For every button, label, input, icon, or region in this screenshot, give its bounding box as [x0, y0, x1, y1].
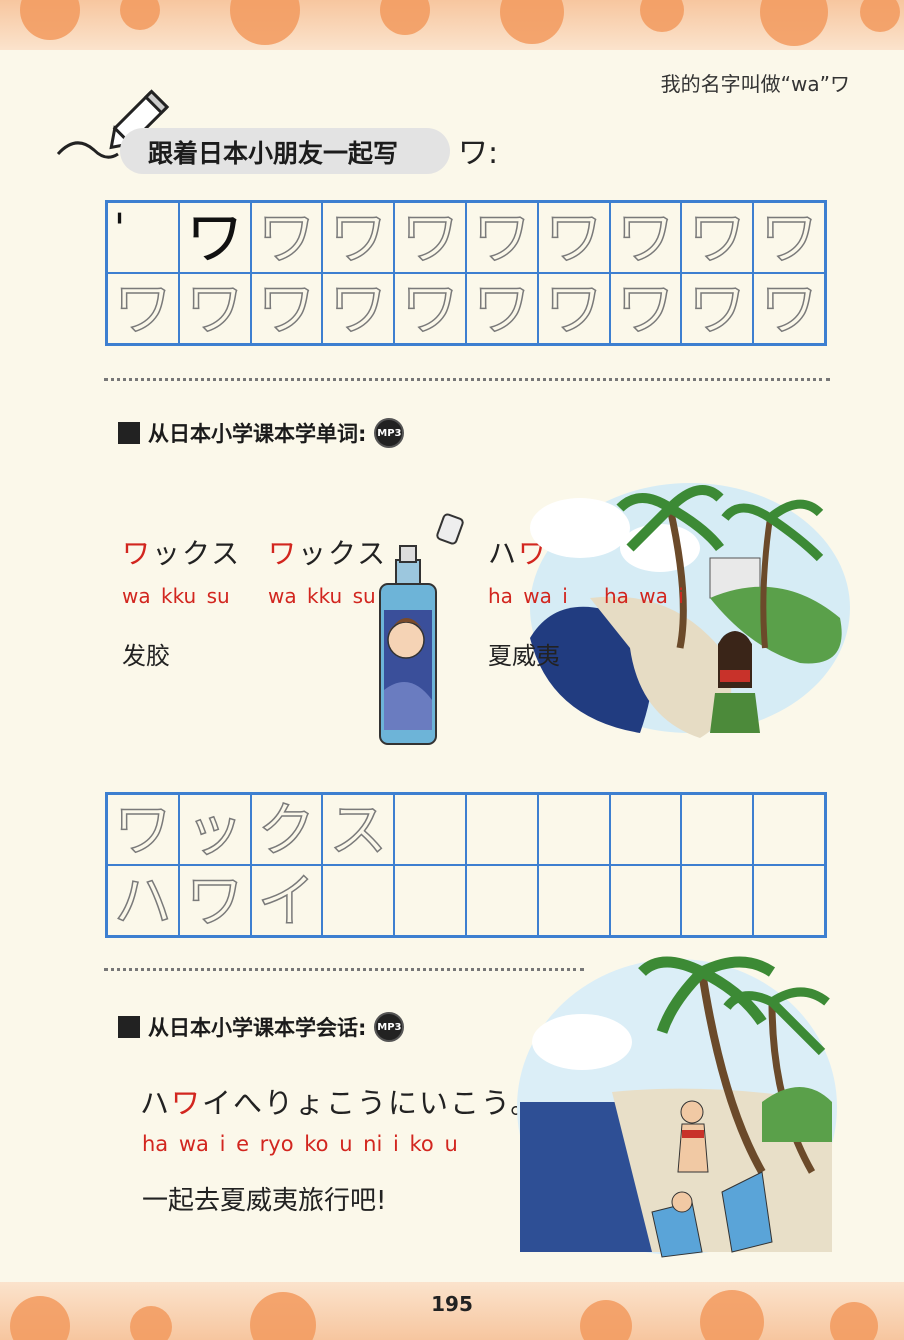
- grid-cell: ワ: [753, 202, 825, 273]
- grid-cell: ワ: [537, 273, 610, 344]
- grid-cell: ワ: [250, 202, 323, 273]
- grid-cell: ワ: [250, 273, 323, 344]
- grid-cell: [753, 794, 825, 865]
- grid-cell: ワ: [466, 202, 538, 273]
- page-header-title: 我的名字叫做“wa”ワ: [660, 72, 850, 96]
- conversation-romaji: ha wa i e ryo ko u ni i ko u: [142, 1132, 458, 1156]
- stroke-step: ': [114, 206, 125, 252]
- grid-cell: ワ: [178, 273, 251, 344]
- grid-cell: ワ: [609, 273, 682, 344]
- grid-cell: ワ: [753, 273, 825, 344]
- grid-cell: ワ: [322, 273, 395, 344]
- trace-char: ワ: [185, 866, 245, 935]
- vocab-heading-text: 从日本小学课本学单词:: [148, 422, 367, 446]
- grid-cell: ハ: [107, 865, 179, 936]
- trace-char: ワ: [616, 203, 676, 272]
- grid-cell: [537, 794, 610, 865]
- trace-char: ハ: [113, 866, 173, 935]
- vocab-practice-grid: ワ ッ ク ス ハ ワ イ: [105, 792, 827, 938]
- grid-cell: ワ: [537, 202, 610, 273]
- trace-char: イ: [257, 866, 317, 935]
- grid-cell: [609, 794, 682, 865]
- trace-char: ワ: [544, 203, 604, 272]
- page-number: 195: [431, 1292, 473, 1316]
- grid-cell: ワ: [609, 202, 682, 273]
- trace-char: ワ: [688, 274, 748, 343]
- grid-cell: [753, 865, 825, 936]
- trace-char: ワ: [472, 203, 532, 272]
- square-bullet-icon: [118, 1016, 140, 1038]
- practice-grid: ' ワ ワ ワ ワ ワ ワ ワ ワ ワ ワ ワ ワ ワ ワ ワ ワ ワ ワ ワ: [105, 200, 827, 346]
- trace-char: ワ: [257, 274, 317, 343]
- trace-char: ワ: [544, 274, 604, 343]
- vocab-meaning-wax: 发胶: [122, 642, 170, 670]
- trace-char: ワ: [472, 274, 532, 343]
- vocab-word-wax-1: ワックス: [122, 537, 242, 570]
- trace-char: ワ: [400, 274, 460, 343]
- grid-cell: ワ: [466, 273, 538, 344]
- trace-char: ワ: [329, 274, 389, 343]
- trace-char: ワ: [759, 274, 819, 343]
- trace-char: ワ: [616, 274, 676, 343]
- grid-cell: [609, 865, 682, 936]
- vocab-meaning-hawaii: 夏威夷: [488, 642, 560, 670]
- model-char: ワ: [185, 203, 244, 272]
- vocab-romaji-wax-1: wa kku su: [122, 584, 230, 608]
- divider: [104, 378, 830, 381]
- grid-cell: ス: [322, 794, 395, 865]
- square-bullet-icon: [118, 422, 140, 444]
- vocab-romaji-hawaii-2: ha wa i: [604, 584, 684, 608]
- trace-char: ワ: [113, 274, 173, 343]
- grid-cell: ク: [250, 794, 323, 865]
- trace-char: ス: [329, 795, 389, 864]
- conversation-heading: 从日本小学课本学会话: MP3: [118, 1012, 405, 1042]
- grid-cell: ワ: [178, 865, 251, 936]
- grid-cell: [466, 794, 538, 865]
- grid-cell: ワ: [681, 273, 754, 344]
- hair-spray-illustration: [379, 513, 464, 745]
- grid-cell: ワ: [107, 273, 179, 344]
- trace-char: ワ: [400, 203, 460, 272]
- trace-char: ワ: [185, 274, 245, 343]
- grid-cell: [681, 865, 754, 936]
- grid-cell: ワ: [394, 273, 466, 344]
- trace-char: ワ: [759, 203, 819, 272]
- grid-cell: [394, 794, 466, 865]
- vocab-romaji-hawaii-1: ha wa i: [488, 584, 568, 608]
- beach-illustration: [517, 956, 837, 1258]
- practice-kana: ワ:: [458, 136, 499, 171]
- grid-cell: [394, 865, 466, 936]
- trace-char: ワ: [329, 203, 389, 272]
- hawaii-island-illustration: [530, 483, 850, 738]
- grid-cell: ッ: [178, 794, 251, 865]
- trace-char: ワ: [257, 203, 317, 272]
- mp3-icon[interactable]: MP3: [374, 418, 405, 448]
- vocab-romaji-wax-2: wa kku su: [268, 584, 376, 608]
- trace-char: ワ: [688, 203, 748, 272]
- grid-cell: イ: [250, 865, 323, 936]
- grid-cell: [322, 865, 395, 936]
- grid-cell: ': [107, 202, 179, 273]
- grid-cell: [466, 865, 538, 936]
- grid-cell: ワ: [107, 794, 179, 865]
- top-floral-border: [0, 0, 904, 50]
- conversation-heading-text: 从日本小学课本学会话:: [148, 1016, 367, 1040]
- grid-cell: [681, 794, 754, 865]
- conversation-kana: ハワイへりょこうにいこう。: [140, 1086, 542, 1120]
- practice-title: 跟着日本小朋友一起写: [148, 139, 399, 168]
- trace-char: ク: [257, 795, 317, 864]
- mp3-icon[interactable]: MP3: [374, 1012, 405, 1042]
- conversation-meaning: 一起去夏威夷旅行吧!: [142, 1186, 387, 1216]
- grid-cell: ワ: [681, 202, 754, 273]
- vocab-heading: 从日本小学课本学单词: MP3: [118, 418, 405, 448]
- grid-cell: ワ: [394, 202, 466, 273]
- grid-cell: ワ: [178, 202, 251, 273]
- trace-char: ッ: [185, 795, 245, 864]
- trace-char: ワ: [113, 795, 173, 864]
- grid-cell: ワ: [322, 202, 395, 273]
- grid-cell: [537, 865, 610, 936]
